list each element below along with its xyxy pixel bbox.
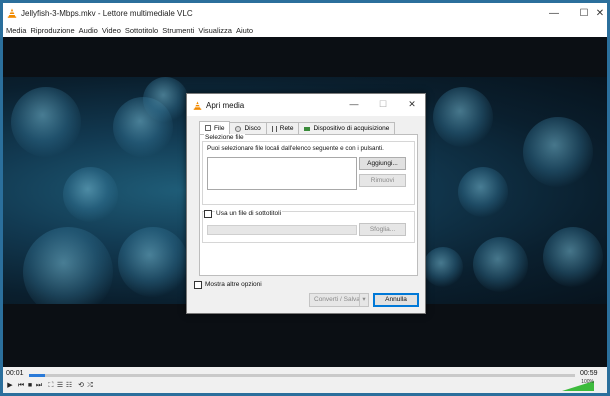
chevron-down-icon[interactable]: ▾ bbox=[359, 294, 368, 306]
menu-bar: Media Riproduzione Audio Video Sottotito… bbox=[3, 23, 607, 37]
dialog-close-button[interactable]: ✕ bbox=[405, 97, 419, 111]
network-icon bbox=[271, 125, 277, 132]
open-media-dialog: Apri media — ☐ ✕ File Disco Rete Disposi… bbox=[186, 93, 426, 314]
capture-device-icon bbox=[304, 126, 311, 131]
tab-network[interactable]: Rete bbox=[265, 122, 300, 134]
cancel-button[interactable]: Annulla bbox=[373, 293, 419, 307]
jellyfish bbox=[23, 227, 113, 304]
vlc-cone-icon bbox=[193, 100, 202, 110]
minimize-button[interactable]: — bbox=[537, 3, 571, 23]
jellyfish bbox=[433, 87, 493, 147]
more-options-label: Mostra altre opzioni bbox=[205, 281, 262, 288]
vlc-window: Jellyfish-3-Mbps.mkv - Lettore multimedi… bbox=[3, 3, 607, 393]
previous-icon[interactable]: ⏮ bbox=[17, 382, 25, 390]
volume-percent: 100% bbox=[581, 379, 594, 385]
dialog-tabs: File Disco Rete Dispositivo di acquisizi… bbox=[199, 121, 396, 134]
menu-video[interactable]: Video bbox=[102, 26, 121, 35]
menu-tools[interactable]: Strumenti bbox=[162, 26, 194, 35]
menu-help[interactable]: Aiuto bbox=[236, 26, 253, 35]
dialog-title: Apri media bbox=[206, 100, 245, 110]
file-selection-label: Selezione file bbox=[204, 134, 245, 141]
jellyfish bbox=[118, 227, 188, 297]
title-bar: Jellyfish-3-Mbps.mkv - Lettore multimedi… bbox=[3, 3, 607, 23]
jellyfish bbox=[458, 167, 508, 217]
tab-disc-label: Disco bbox=[244, 125, 261, 132]
jellyfish bbox=[543, 227, 603, 287]
file-tab-panel: Selezione file Puoi selezionare file loc… bbox=[199, 134, 418, 276]
seek-bar-fill bbox=[29, 374, 46, 377]
add-file-button[interactable]: Aggiungi... bbox=[359, 157, 406, 170]
more-options-checkbox[interactable] bbox=[194, 281, 202, 289]
disc-icon bbox=[235, 125, 242, 132]
dialog-title-bar: Apri media — ☐ ✕ bbox=[187, 94, 425, 116]
tab-disc[interactable]: Disco bbox=[229, 122, 267, 134]
menu-view[interactable]: Visualizza bbox=[198, 26, 232, 35]
loop-icon[interactable]: ⟲ bbox=[77, 382, 85, 390]
subtitle-checkbox-label: Usa un file di sottotitoli bbox=[215, 210, 283, 217]
volume-slider[interactable]: 100% bbox=[562, 379, 594, 391]
extended-settings-icon[interactable]: ☰ bbox=[56, 382, 64, 390]
tab-file[interactable]: File bbox=[199, 121, 231, 134]
elapsed-time: 00:01 bbox=[6, 370, 24, 377]
jellyfish bbox=[473, 237, 528, 292]
tab-capture-device[interactable]: Dispositivo di acquisizione bbox=[298, 122, 396, 134]
play-icon[interactable]: ▶ bbox=[6, 382, 14, 390]
seek-bar[interactable] bbox=[29, 374, 575, 377]
file-selection-description: Puoi selezionare file locali dall'elenco… bbox=[207, 145, 384, 152]
vlc-cone-icon bbox=[7, 8, 17, 18]
file-list[interactable] bbox=[207, 157, 357, 190]
browse-subtitle-button[interactable]: Sfoglia... bbox=[359, 223, 406, 236]
jellyfish bbox=[423, 247, 463, 287]
playlist-icon[interactable]: ☷ bbox=[65, 382, 73, 390]
next-icon[interactable]: ⏭ bbox=[35, 382, 43, 390]
stop-icon[interactable]: ■ bbox=[26, 382, 34, 390]
tab-capture-device-label: Dispositivo di acquisizione bbox=[313, 125, 390, 132]
menu-subtitle[interactable]: Sottotitolo bbox=[125, 26, 158, 35]
total-time: 00:59 bbox=[580, 370, 598, 377]
window-title: Jellyfish-3-Mbps.mkv - Lettore multimedi… bbox=[21, 8, 193, 18]
fullscreen-icon[interactable]: ⛶ bbox=[47, 382, 55, 390]
menu-media[interactable]: Media bbox=[6, 26, 26, 35]
jellyfish bbox=[63, 167, 118, 222]
subtitle-file-field[interactable] bbox=[207, 225, 357, 235]
jellyfish bbox=[11, 87, 81, 157]
jellyfish bbox=[143, 77, 188, 122]
jellyfish bbox=[523, 117, 593, 187]
menu-playback[interactable]: Riproduzione bbox=[30, 26, 74, 35]
dialog-maximize-button[interactable]: ☐ bbox=[376, 97, 390, 111]
convert-save-label: Converti / Salva bbox=[314, 296, 360, 303]
tab-network-label: Rete bbox=[279, 125, 294, 132]
player-controls: 00:01 00:59 ▶ ⏮ ■ ⏭ ⛶ ☰ ☷ ⟲ ⤮ 100% bbox=[3, 367, 607, 393]
remove-file-button[interactable]: Rimuovi bbox=[359, 174, 406, 187]
convert-save-button[interactable]: Converti / Salva ▾ bbox=[309, 293, 369, 307]
file-icon bbox=[205, 125, 211, 131]
menu-audio[interactable]: Audio bbox=[79, 26, 98, 35]
subtitle-checkbox[interactable] bbox=[204, 210, 212, 218]
close-button[interactable]: ✕ bbox=[593, 3, 607, 23]
tab-file-label: File bbox=[214, 124, 225, 132]
random-icon[interactable]: ⤮ bbox=[86, 382, 94, 390]
dialog-minimize-button[interactable]: — bbox=[347, 97, 361, 111]
